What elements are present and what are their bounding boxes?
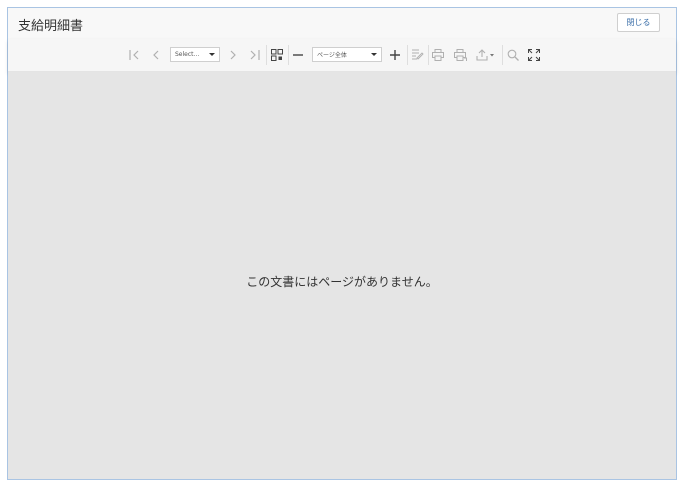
edit-form-icon[interactable] (410, 47, 424, 63)
zoom-select[interactable]: ページ全体 (312, 47, 382, 62)
dialog-title: 支給明細書 (18, 19, 84, 34)
viewer-toolbar: Select... ページ全体 (8, 39, 676, 72)
zoom-select-value: ページ全体 (317, 52, 347, 59)
chevron-down-icon (371, 53, 377, 56)
page-select-value: Select... (175, 51, 200, 58)
dialog-header: 支給明細書 閉じる (8, 8, 676, 40)
zoom-out-icon[interactable] (291, 47, 305, 63)
toolbar-separator (407, 45, 408, 65)
chevron-down-icon (209, 53, 215, 56)
toolbar-separator (288, 45, 289, 65)
fullscreen-icon[interactable] (527, 47, 541, 63)
last-page-icon[interactable] (247, 47, 261, 63)
toolbar-separator (428, 45, 429, 65)
page-select[interactable]: Select... (170, 47, 220, 62)
zoom-in-icon[interactable] (388, 47, 402, 63)
first-page-icon[interactable] (127, 47, 141, 63)
document-viewer[interactable]: この文書にはページがありません。 (8, 72, 676, 479)
next-page-icon[interactable] (226, 47, 240, 63)
thumbnails-icon[interactable] (270, 47, 284, 63)
print-icon[interactable] (431, 47, 445, 63)
print-layout-icon[interactable] (453, 47, 467, 63)
empty-document-message: この文書にはページがありません。 (246, 275, 438, 289)
close-button[interactable]: 閉じる (617, 13, 660, 32)
report-viewer-dialog: 支給明細書 閉じる Select... ページ全体 この文書にはページがありませ… (7, 7, 677, 480)
export-icon[interactable] (475, 47, 495, 63)
search-icon[interactable] (506, 47, 520, 63)
previous-page-icon[interactable] (149, 47, 163, 63)
toolbar-separator (266, 45, 267, 65)
toolbar-separator (502, 45, 503, 65)
